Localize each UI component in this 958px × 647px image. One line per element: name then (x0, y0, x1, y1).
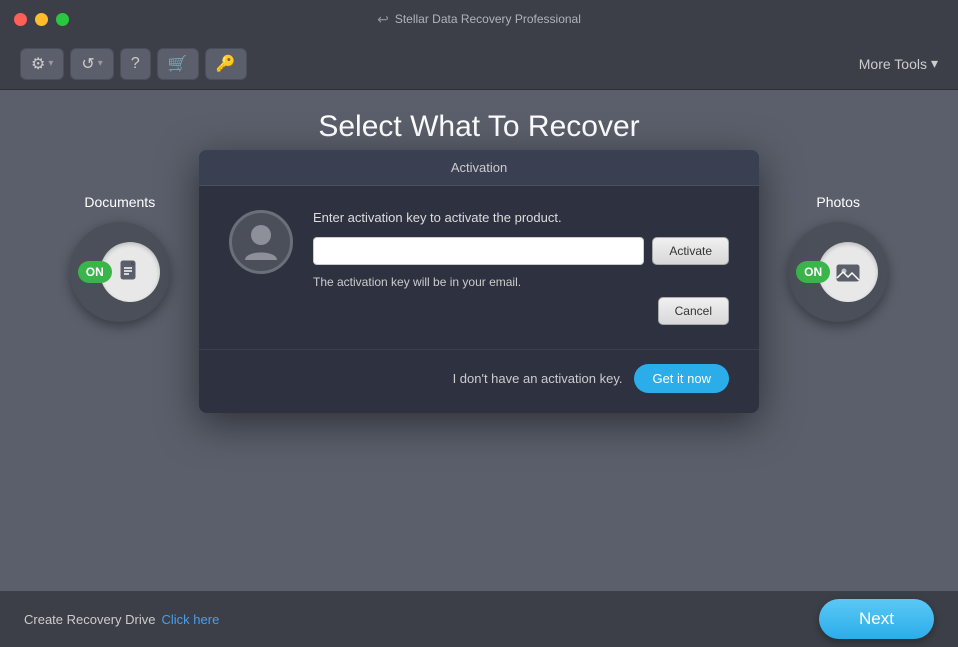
maximize-button[interactable] (56, 13, 69, 26)
key-button[interactable]: 🔑 (205, 48, 247, 80)
photos-toggle[interactable]: ON (788, 222, 888, 322)
activation-dialog-body: Enter activation key to activate the pro… (199, 186, 759, 349)
photo-icon (834, 258, 862, 286)
restore-icon: ↺ (81, 54, 94, 74)
activation-key-input[interactable] (313, 237, 644, 265)
close-button[interactable] (14, 13, 27, 26)
more-tools-dropdown-arrow: ▾ (931, 55, 938, 72)
activation-note: The activation key will be in your email… (313, 275, 729, 289)
help-button[interactable]: ? (120, 48, 151, 80)
photos-label: Photos (816, 194, 860, 210)
activation-description: Enter activation key to activate the pro… (313, 210, 729, 225)
documents-on-label: ON (78, 261, 112, 283)
avatar (229, 210, 293, 274)
more-tools-button[interactable]: More Tools ▾ (859, 55, 938, 72)
settings-dropdown-arrow: ▾ (48, 58, 53, 69)
app-title: ↩ Stellar Data Recovery Professional (377, 11, 581, 28)
activation-dialog-header: Activation (199, 150, 759, 186)
activate-button[interactable]: Activate (652, 237, 729, 265)
minimize-button[interactable] (35, 13, 48, 26)
activation-footer: I don't have an activation key. Get it n… (199, 349, 759, 413)
restore-dropdown-arrow: ▾ (98, 58, 103, 69)
main-content: Select What To Recover Activation Enter … (0, 90, 958, 647)
key-icon: 🔑 (216, 54, 236, 74)
cart-button[interactable]: 🛒 (157, 48, 199, 80)
file-type-photos: Photos ON (788, 194, 888, 322)
titlebar: ↩ Stellar Data Recovery Professional (0, 0, 958, 38)
click-here-link[interactable]: Click here (162, 612, 220, 627)
back-icon: ↩ (377, 11, 389, 28)
recovery-drive-label: Create Recovery Drive (24, 612, 156, 627)
activation-dialog: Activation Enter activation key to activ… (199, 150, 759, 413)
toolbar: ⚙ ▾ ↺ ▾ ? 🛒 🔑 More Tools ▾ (0, 38, 958, 90)
restore-button[interactable]: ↺ ▾ (70, 48, 113, 80)
user-avatar-icon (243, 222, 279, 262)
page-title: Select What To Recover (318, 110, 639, 144)
activation-form: Enter activation key to activate the pro… (313, 210, 729, 325)
photos-on-label: ON (796, 261, 830, 283)
cart-icon: 🛒 (168, 54, 188, 74)
help-icon: ? (131, 55, 140, 73)
cancel-button[interactable]: Cancel (658, 297, 729, 325)
gear-icon: ⚙ (31, 54, 45, 74)
documents-toggle[interactable]: ON (70, 222, 170, 322)
document-icon (116, 258, 144, 286)
toolbar-left: ⚙ ▾ ↺ ▾ ? 🛒 🔑 (20, 48, 247, 80)
next-button[interactable]: Next (819, 599, 934, 639)
no-key-text: I don't have an activation key. (453, 371, 623, 386)
toolbar-right: More Tools ▾ (859, 55, 938, 72)
get-it-now-button[interactable]: Get it now (634, 364, 729, 393)
file-type-documents: Documents ON (70, 194, 170, 322)
documents-label: Documents (84, 194, 155, 210)
settings-button[interactable]: ⚙ ▾ (20, 48, 64, 80)
bottom-bar: Create Recovery Drive Click here Next (0, 591, 958, 647)
recovery-drive-section: Create Recovery Drive Click here (24, 612, 219, 627)
titlebar-buttons (14, 13, 69, 26)
activation-input-row: Activate (313, 237, 729, 265)
